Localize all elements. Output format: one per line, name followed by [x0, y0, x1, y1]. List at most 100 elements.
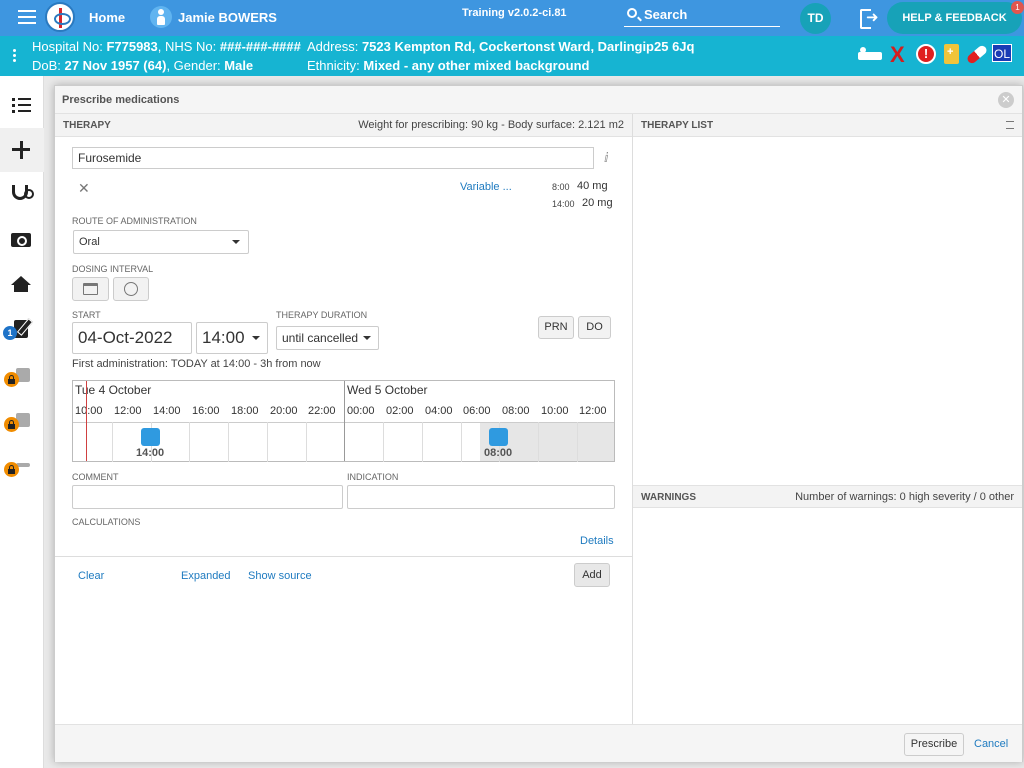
dob-line: DoB: 27 Nov 1957 (64), Gender: Male [32, 58, 253, 73]
timeline-hour: 02:00 [386, 405, 414, 417]
prescribe-button[interactable]: Prescribe [904, 733, 964, 756]
dose-marker-label: 14:00 [136, 447, 165, 459]
camera-icon[interactable] [0, 218, 44, 262]
add-icon[interactable] [0, 128, 44, 172]
training-version: Training v2.0.2-ci.81 [462, 7, 567, 19]
top-bar: Home Jamie BOWERS Training v2.0.2-ci.81 … [0, 0, 1024, 36]
dialog-header: Prescribe medications ✕ [55, 86, 1022, 114]
indication-label: INDICATION [347, 472, 399, 482]
therapy-duration-select[interactable]: until cancelled [276, 326, 379, 350]
help-feedback-button[interactable]: HELP & FEEDBACK [887, 2, 1022, 34]
timeline-hour: 06:00 [463, 405, 491, 417]
route-select[interactable]: Oral [73, 230, 249, 254]
lock-icon [4, 372, 19, 387]
home-icon[interactable] [0, 262, 44, 306]
left-sidebar: 1 [0, 76, 44, 768]
ethnicity: Mixed - any other mixed background [363, 58, 590, 73]
hospital-number: F775983 [106, 39, 158, 54]
prescription-icon[interactable]: 1 [0, 308, 44, 352]
timeline-hour: 12:00 [114, 405, 142, 417]
route-value: Oral [79, 236, 100, 248]
clock-icon [124, 282, 138, 296]
chevron-down-icon [363, 336, 371, 340]
therapy-duration-label: THERAPY DURATION [276, 310, 368, 320]
bed-icon[interactable] [856, 44, 884, 66]
chevron-down-icon [232, 240, 240, 244]
dose-amount-2: 20 mg [582, 197, 613, 209]
dose-marker[interactable] [489, 428, 508, 446]
expanded-link[interactable]: Expanded [181, 570, 231, 582]
warnings-header: WARNINGS Number of warnings: 0 high seve… [633, 485, 1022, 508]
date-of-birth: 27 Nov 1957 (64) [64, 58, 167, 73]
timeline-hour: 00:00 [347, 405, 375, 417]
hospital-label: Hospital No: [32, 39, 103, 54]
calendar-interval-button[interactable] [72, 277, 109, 301]
warnings-count: Number of warnings: 0 high severity / 0 … [795, 491, 1014, 503]
search-field[interactable]: Search [624, 5, 780, 27]
route-label: ROUTE OF ADMINISTRATION [72, 216, 197, 226]
start-time-select[interactable]: 14:00 [196, 322, 268, 354]
locked-add-icon[interactable] [0, 444, 44, 488]
cancel-link[interactable]: Cancel [974, 738, 1008, 750]
info-icon[interactable]: ⅈ [604, 150, 609, 166]
clock-interval-button[interactable] [113, 277, 149, 301]
variable-link[interactable]: Variable ... [460, 181, 512, 193]
therapy-list-label: THERAPY LIST [641, 120, 714, 131]
medication-field[interactable]: Furosemide [72, 147, 594, 169]
more-options-icon[interactable] [13, 49, 16, 63]
nhs-label: , NHS No: [157, 39, 217, 54]
stethoscope-icon[interactable] [0, 173, 44, 217]
gender-label: , Gender: [166, 58, 221, 73]
patient-icon [150, 6, 172, 28]
timeline-hour: 10:00 [541, 405, 569, 417]
indication-field[interactable] [347, 485, 615, 509]
ethnicity-line: Ethnicity: Mixed - any other mixed backg… [307, 58, 589, 73]
start-date-field[interactable]: 04-Oct-2022 [72, 322, 192, 354]
clear-medication-icon[interactable]: ✕ [78, 180, 90, 197]
logout-icon[interactable] [860, 8, 880, 29]
pill-icon[interactable] [965, 43, 989, 66]
weight-info: Weight for prescribing: 90 kg - Body sur… [358, 119, 624, 131]
prn-button[interactable]: PRN [538, 316, 574, 339]
dosing-interval-label: DOSING INTERVAL [72, 264, 154, 274]
locked-walking-icon[interactable] [0, 399, 44, 443]
locked-clipboard-icon[interactable] [0, 354, 44, 398]
cross-icon[interactable]: X [890, 44, 908, 66]
show-source-link[interactable]: Show source [248, 570, 312, 582]
notification-badge: 1 [1011, 1, 1024, 14]
list-icon[interactable] [0, 84, 44, 128]
medication-icon[interactable] [944, 44, 959, 64]
timeline-hour: 22:00 [308, 405, 336, 417]
timeline-hour: 10:00 [75, 405, 103, 417]
calendar-icon [83, 283, 98, 295]
details-link[interactable]: Details [580, 535, 614, 547]
first-administration-text: First administration: TODAY at 14:00 - 3… [72, 358, 321, 370]
therapy-duration-value: until cancelled [282, 331, 359, 345]
search-label: Search [644, 7, 688, 22]
gender: Male [224, 58, 254, 73]
do-button[interactable]: DO [578, 316, 611, 339]
app-logo[interactable] [45, 2, 75, 32]
timeline-hour: 12:00 [579, 405, 607, 417]
warnings-label: WARNINGS [641, 492, 696, 503]
ol-icon[interactable]: OL [992, 44, 1012, 62]
dose-marker[interactable] [141, 428, 160, 446]
start-time-value: 14:00 [202, 328, 245, 347]
home-link[interactable]: Home [89, 10, 125, 25]
therapy-header: THERAPY Weight for prescribing: 90 kg - … [55, 114, 632, 137]
administration-timeline[interactable]: Tue 4 October Wed 5 October 10:00 12:00 … [72, 380, 615, 462]
nhs-number: ###-###-#### [219, 39, 301, 54]
add-button[interactable]: Add [574, 563, 610, 587]
menu-icon[interactable] [18, 10, 36, 24]
alert-icon[interactable]: ! [916, 44, 936, 64]
comment-field[interactable] [72, 485, 343, 509]
list-menu-icon[interactable] [1006, 121, 1014, 129]
address: 7523 Kempton Rd, Cockertonst Ward, Darli… [361, 39, 695, 54]
clear-link[interactable]: Clear [78, 570, 104, 582]
patient-name[interactable]: Jamie BOWERS [178, 10, 277, 25]
user-avatar[interactable]: TD [800, 3, 831, 34]
dialog-footer: Prescribe Cancel [55, 724, 1022, 762]
close-icon[interactable]: ✕ [998, 92, 1014, 108]
therapy-pane: THERAPY Weight for prescribing: 90 kg - … [55, 114, 632, 724]
ethnicity-label: Ethnicity: [307, 58, 360, 73]
